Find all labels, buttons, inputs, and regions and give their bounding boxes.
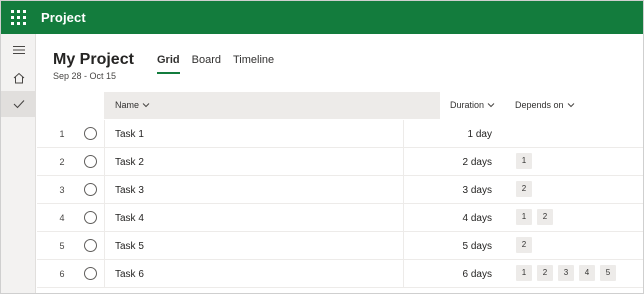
- duration-column-header[interactable]: Duration: [450, 100, 495, 110]
- task-name[interactable]: Task 2: [115, 157, 144, 168]
- column-divider: [104, 176, 105, 204]
- column-divider: [403, 120, 404, 148]
- tab-timeline[interactable]: Timeline: [233, 54, 274, 74]
- column-divider: [104, 148, 105, 176]
- dependency-chip[interactable]: 2: [537, 265, 553, 281]
- task-duration[interactable]: 3 days: [417, 185, 492, 196]
- chevron-down-icon: [567, 103, 574, 108]
- row-number: 6: [59, 269, 65, 279]
- task-name[interactable]: Task 5: [115, 241, 144, 252]
- column-divider: [403, 232, 404, 260]
- dependency-chip[interactable]: 1: [516, 265, 532, 281]
- depends-on-cell[interactable]: 12: [516, 209, 553, 225]
- menu-button[interactable]: [1, 37, 36, 63]
- row-number: 3: [59, 185, 65, 195]
- menu-icon: [12, 46, 25, 54]
- dependency-chip[interactable]: 3: [558, 265, 574, 281]
- checkmark-icon: [13, 100, 24, 109]
- complete-task-checkbox[interactable]: [84, 183, 97, 196]
- row-number: 5: [59, 241, 65, 251]
- row-number: 2: [59, 157, 65, 167]
- home-button[interactable]: [1, 65, 36, 91]
- task-name[interactable]: Task 4: [115, 213, 144, 224]
- app-frame: Project My Project Sep 28 - Oct 15 Grid …: [0, 0, 644, 294]
- dependency-chip[interactable]: 1: [516, 209, 532, 225]
- app-title: Project: [41, 10, 86, 25]
- tab-grid[interactable]: Grid: [157, 54, 180, 74]
- task-duration[interactable]: 2 days: [417, 157, 492, 168]
- top-bar: Project: [1, 1, 643, 34]
- task-duration[interactable]: 1 day: [417, 129, 492, 140]
- row-number: 1: [59, 129, 65, 139]
- dependency-chip[interactable]: 2: [516, 237, 532, 253]
- task-duration[interactable]: 5 days: [417, 241, 492, 252]
- home-icon: [13, 72, 24, 84]
- duration-column-label: Duration: [450, 100, 485, 110]
- column-divider: [104, 120, 105, 148]
- row-number: 4: [59, 213, 65, 223]
- complete-task-checkbox[interactable]: [84, 267, 97, 280]
- task-duration[interactable]: 4 days: [417, 213, 492, 224]
- project-dates: Sep 28 - Oct 15: [53, 71, 117, 81]
- column-divider: [403, 260, 404, 288]
- depends-column-header[interactable]: Depends on: [515, 100, 575, 110]
- table-row[interactable]: 3 Task 3 3 days 2: [37, 176, 643, 204]
- column-divider: [104, 204, 105, 232]
- table-row[interactable]: 1 Task 1 1 day: [37, 120, 643, 148]
- depends-on-cell[interactable]: 12345: [516, 265, 616, 281]
- column-divider: [104, 260, 105, 288]
- complete-task-checkbox[interactable]: [84, 239, 97, 252]
- depends-on-cell[interactable]: 2: [516, 237, 532, 253]
- column-divider: [403, 176, 404, 204]
- task-duration[interactable]: 6 days: [417, 269, 492, 280]
- complete-task-checkbox[interactable]: [84, 127, 97, 140]
- table-row[interactable]: 4 Task 4 4 days 1 2: [37, 204, 643, 232]
- app-launcher-icon[interactable]: [10, 9, 27, 26]
- chevron-down-icon: [487, 103, 495, 108]
- view-tabs: Grid Board Timeline: [157, 54, 274, 76]
- my-tasks-button[interactable]: [1, 91, 36, 117]
- name-header-bg: [104, 92, 440, 119]
- depends-column-label: Depends on: [515, 100, 564, 110]
- project-title: My Project: [53, 51, 134, 68]
- left-rail: [1, 34, 36, 293]
- column-divider: [403, 148, 404, 176]
- table-row[interactable]: 5 Task 5 5 days 2: [37, 232, 643, 260]
- dependency-chip[interactable]: 2: [537, 209, 553, 225]
- tab-board[interactable]: Board: [192, 54, 221, 74]
- depends-on-cell[interactable]: 1: [516, 153, 532, 169]
- column-divider: [104, 232, 105, 260]
- dependency-chip[interactable]: 1: [516, 153, 532, 169]
- task-name[interactable]: Task 6: [115, 269, 144, 280]
- complete-task-checkbox[interactable]: [84, 155, 97, 168]
- chevron-down-icon: [142, 103, 150, 108]
- task-name[interactable]: Task 3: [115, 185, 144, 196]
- table-row[interactable]: 2 Task 2 2 days 1: [37, 148, 643, 176]
- dependency-chip[interactable]: 5: [600, 265, 616, 281]
- grid-header: Name Duration Depends on: [37, 92, 643, 119]
- dependency-chip[interactable]: 4: [579, 265, 595, 281]
- name-column-label: Name: [115, 100, 140, 110]
- dependency-chip[interactable]: 2: [516, 181, 532, 197]
- column-divider: [403, 204, 404, 232]
- depends-on-cell[interactable]: 2: [516, 181, 532, 197]
- task-name[interactable]: Task 1: [115, 129, 144, 140]
- complete-task-checkbox[interactable]: [84, 211, 97, 224]
- table-row[interactable]: 6 Task 6 6 days 1 2 3 4 5: [37, 260, 643, 288]
- name-column-header[interactable]: Name: [115, 100, 150, 110]
